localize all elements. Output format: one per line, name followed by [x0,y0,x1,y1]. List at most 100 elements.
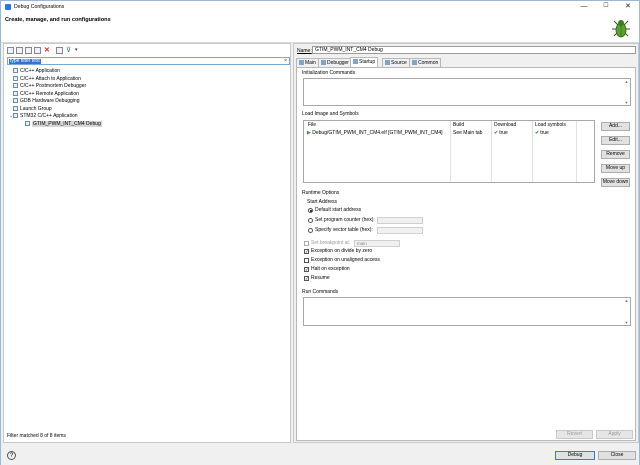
column-header-file[interactable]: File [308,122,316,128]
scroll-up-icon[interactable]: ▲ [624,79,629,84]
column-divider [532,121,533,182]
row-download-text: true [499,130,508,136]
scroll-up-icon[interactable]: ▲ [624,298,629,303]
new-configuration-icon[interactable] [7,47,14,54]
runtime-option-label: Halt on exception [311,266,350,272]
dialog-header: Create, manage, and run configurations [1,13,639,43]
tree-item[interactable]: C/C++ Remote Application [9,91,79,98]
run-commands-label: Run Commands [302,289,339,295]
tree-item[interactable]: GDB Hardware Debugging [9,98,79,105]
duplicate-icon[interactable] [34,47,41,54]
runtime-options-label: Runtime Options [302,190,340,196]
specify-vector-table-label: Specify vector table (hex): [315,227,373,233]
tree-item[interactable]: Launch Group [9,106,52,113]
tree-item[interactable]: C/C++ Application [9,68,60,75]
new-prototype-icon[interactable] [16,47,23,54]
vector-table-field[interactable] [377,227,423,234]
row-file-text: Debug/GTIM_PWM_INT_CM4.elf [GTIM_PWM_INT… [312,130,443,136]
run-commands-textarea[interactable]: ▲ ▼ [303,297,631,326]
close-window-button[interactable]: ✕ [617,1,639,12]
debug-button[interactable]: Debug [555,451,595,460]
run-arrow-icon: ▶ [307,130,311,136]
row-file-cell: ▶ Debug/GTIM_PWM_INT_CM4.elf [GTIM_PWM_I… [307,130,443,136]
tab-common[interactable]: Common [409,58,442,67]
column-divider [450,121,451,182]
default-start-address-label: Default start address [315,207,362,213]
configuration-type-icon [13,105,18,111]
tree-item[interactable]: ⌄ STM32 C/C++ Application [9,113,78,120]
move-up-button[interactable]: Move up [601,164,630,173]
move-down-button[interactable]: Move down [601,178,630,187]
set-program-counter-radio[interactable] [308,218,313,223]
help-icon[interactable]: ? [7,451,16,460]
clear-filter-icon[interactable]: × [284,58,287,64]
configuration-type-icon [13,98,18,104]
row-build-cell: See Main tab [453,130,483,136]
filter-input[interactable]: type filter text × [7,57,290,65]
configuration-type-icon [25,120,30,126]
tab-icon [321,60,326,66]
close-button[interactable]: Close [598,451,636,460]
breakpoint-field[interactable]: main [354,240,400,247]
tab-debugger[interactable]: Debugger [318,58,352,67]
tab-icon [412,60,417,66]
tree-item-label: C/C++ Attach to Application [20,75,81,82]
check-icon: ✔ [494,130,499,136]
runtime-option-checkbox[interactable]: ✓ [304,276,309,281]
configuration-type-icon [13,68,18,74]
specify-vector-table-radio[interactable] [308,228,313,233]
debug-configurations-window: Debug Configurations — ☐ ✕ Create, manag… [0,0,640,465]
filter-menu-chevron-icon[interactable]: ▾ [75,46,78,55]
apply-button[interactable]: Apply [596,430,633,439]
row-load-symbols-cell: ✔true [535,130,549,136]
scroll-down-icon[interactable]: ▼ [624,320,629,325]
maximize-button[interactable]: ☐ [595,1,617,12]
tree-item[interactable]: GTIM_PWM_INT_CM4 Debug [21,120,102,128]
delete-icon[interactable]: ✕ [44,46,50,55]
minimize-button[interactable]: — [573,1,595,12]
collapse-all-icon[interactable] [56,47,63,54]
init-commands-textarea[interactable]: ▲ ▼ [303,78,631,106]
check-icon: ✔ [535,130,540,136]
name-label: Name: [297,48,312,54]
tab-label: Debugger [327,60,349,66]
tab-icon [299,60,304,66]
runtime-option-checkbox[interactable] [304,258,309,263]
default-start-address-radio[interactable] [308,208,313,213]
tab-icon [353,59,358,65]
scroll-down-icon[interactable]: ▼ [624,100,629,105]
tree-item[interactable]: C/C++ Attach to Application [9,76,81,83]
tab-startup[interactable]: Startup [350,57,379,67]
title-bar: Debug Configurations — ☐ ✕ [1,1,639,13]
row-load-symbols-text: true [540,130,549,136]
tree-item-label: GDB Hardware Debugging [20,98,80,104]
program-counter-field[interactable] [377,217,423,224]
set-breakpoint-checkbox[interactable] [304,241,309,246]
tree-item[interactable]: C/C++ Postmortem Debugger [9,83,86,90]
configuration-type-icon [13,113,18,119]
revert-button[interactable]: Revert [556,430,593,439]
tab-label: Startup [359,59,376,65]
configuration-editor-pane: Name: GTIM_PWM_INT_CM4 Debug Main Debugge… [293,43,639,443]
runtime-option-label: Resume [311,275,330,281]
tab-label: Main [305,60,316,66]
tab-main[interactable]: Main [296,58,319,67]
name-field[interactable]: GTIM_PWM_INT_CM4 Debug [312,46,636,54]
load-image-table[interactable]: File Build Download Load symbols ▶ Debug… [303,120,595,183]
column-header-download[interactable]: Download [494,122,516,128]
init-commands-label: Initialization Commands [302,70,356,76]
column-divider [491,121,492,182]
runtime-option-checkbox[interactable]: ✓ [304,249,309,254]
export-icon[interactable] [25,47,32,54]
edit-button[interactable]: Edit... [601,136,630,145]
filter-icon[interactable]: ⊽ [66,46,71,55]
remove-button[interactable]: Remove [601,150,630,159]
add-button[interactable]: Add... [601,122,630,131]
column-header-build[interactable]: Build [453,122,464,128]
tab-source[interactable]: Source [382,58,410,67]
tree-item-label: GTIM_PWM_INT_CM4 Debug [32,120,102,127]
filter-input-text: type filter text [9,58,41,64]
runtime-option-checkbox[interactable]: ✓ [304,267,309,272]
startup-tab-panel: Initialization Commands ▲ ▼ Load Image a… [296,67,636,441]
column-header-load-symbols[interactable]: Load symbols [535,122,566,128]
